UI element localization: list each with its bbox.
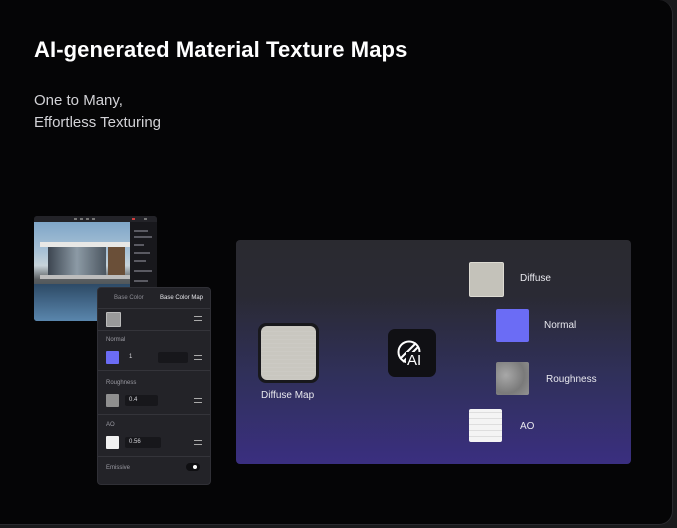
diffuse-map-input[interactable] xyxy=(258,323,319,383)
ao-label: AO xyxy=(106,422,115,428)
normal-value-field[interactable]: 1 xyxy=(125,352,155,363)
diffuse-output-label: Diffuse xyxy=(520,273,551,284)
roughness-output-label: Roughness xyxy=(546,374,597,385)
normal-output-label: Normal xyxy=(544,320,577,331)
subtitle-line-1: One to Many, xyxy=(34,92,123,109)
normal-adjust-icon[interactable] xyxy=(194,354,202,361)
roughness-swatch[interactable] xyxy=(106,394,119,407)
page-title: AI-generated Material Texture Maps xyxy=(34,37,408,62)
ai-logo-text: AI xyxy=(407,352,421,369)
roughness-output-swatch[interactable] xyxy=(496,362,529,395)
diffuse-map-texture xyxy=(261,326,316,380)
ao-output-swatch[interactable] xyxy=(469,409,502,442)
subtitle-line-2: Effortless Texturing xyxy=(34,114,162,131)
ao-value-field[interactable]: 0.56 xyxy=(125,437,161,448)
normal-slider-field[interactable] xyxy=(158,352,188,363)
roughness-adjust-icon[interactable] xyxy=(194,397,202,404)
subtitle: One to Many, Effortless Texturing xyxy=(34,90,161,134)
base-color-adjust-icon[interactable] xyxy=(194,315,202,322)
roughness-label: Roughness xyxy=(106,380,137,386)
ao-swatch[interactable] xyxy=(106,436,119,449)
tab-base-color-map[interactable]: Base Color Map xyxy=(160,295,203,301)
ao-adjust-icon[interactable] xyxy=(194,439,202,446)
diffuse-map-label: Diffuse Map xyxy=(261,390,315,401)
emissive-label: Emissive xyxy=(106,465,131,471)
ai-logo-icon: AI xyxy=(388,329,436,377)
roughness-value-field[interactable]: 0.4 xyxy=(125,395,158,406)
normal-output-swatch[interactable] xyxy=(496,309,529,342)
material-panel: Base Color Base Color Map Normal 1 Rough… xyxy=(97,287,211,485)
diffuse-output-swatch[interactable] xyxy=(469,262,504,297)
base-color-swatch[interactable] xyxy=(106,312,121,327)
normal-swatch[interactable] xyxy=(106,351,119,364)
tab-base-color[interactable]: Base Color xyxy=(114,295,144,301)
feature-card: AI-generated Material Texture Maps One t… xyxy=(0,0,673,525)
ao-output-label: AO xyxy=(520,421,535,432)
normal-label: Normal xyxy=(106,337,126,343)
emissive-toggle[interactable] xyxy=(186,463,200,471)
